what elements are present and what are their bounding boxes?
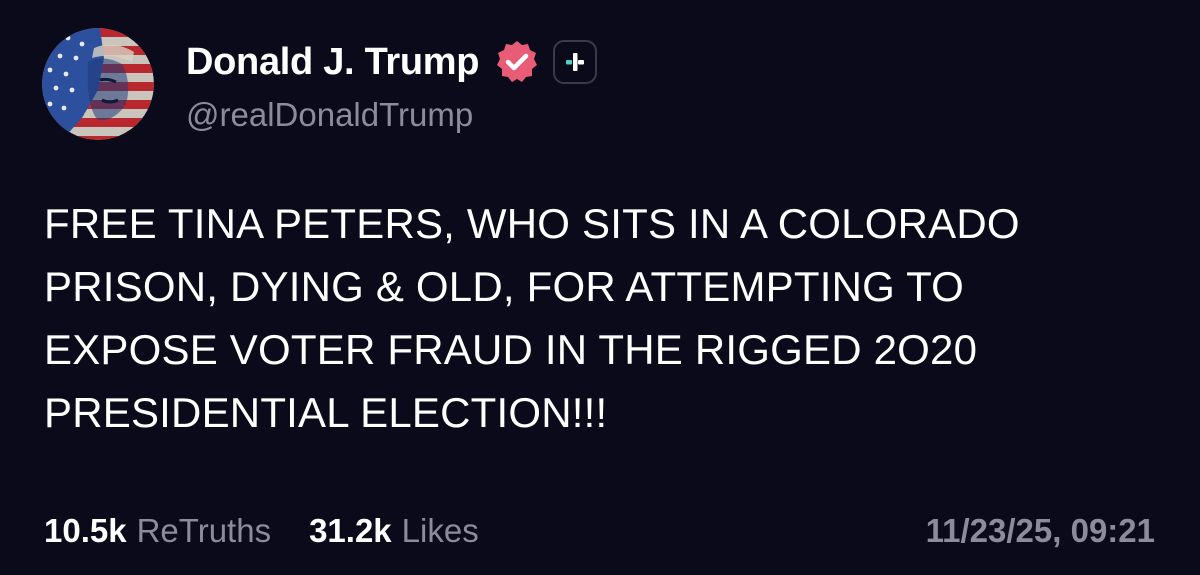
plus-icon [566,53,585,71]
follow-button[interactable] [553,40,598,84]
retruths-label: ReTruths [136,512,272,549]
post-body: FREE TINA PETERS, WHO SITS IN A COLORADO… [44,192,1164,444]
author-avatar[interactable] [42,28,154,140]
likes-stat[interactable]: 31.2k Likes [309,508,479,554]
post-text-line: FREE TINA PETERS, WHO SITS IN A COLORADO [44,200,1020,247]
flag-portrait-avatar-icon [42,28,154,140]
post-timestamp[interactable]: 11/23/25, 09:21 [926,508,1155,554]
post-text-line: PRISON, DYING & OLD, FOR ATTEMPTING TO [44,263,965,310]
retruths-count: 10.5k [44,512,127,549]
author-handle[interactable]: @realDonaldTrump [186,95,473,135]
likes-count: 31.2k [309,512,392,549]
post-text-line: EXPOSE VOTER FRAUD IN THE RIGGED 2O20 [44,326,978,373]
author-display-name[interactable]: Donald J. Trump [186,40,480,84]
likes-label: Likes [401,512,479,549]
retruths-stat[interactable]: 10.5k ReTruths [44,508,271,554]
truth-post: Donald J. Trump @realDonaldTrump FREE TI… [0,0,1200,575]
verified-badge-icon [497,41,538,82]
post-text-line: PRESIDENTIAL ELECTION!!! [44,389,608,436]
author-name-row: Donald J. Trump [186,38,598,86]
post-stats: 10.5k ReTruths 31.2k Likes [44,508,479,554]
